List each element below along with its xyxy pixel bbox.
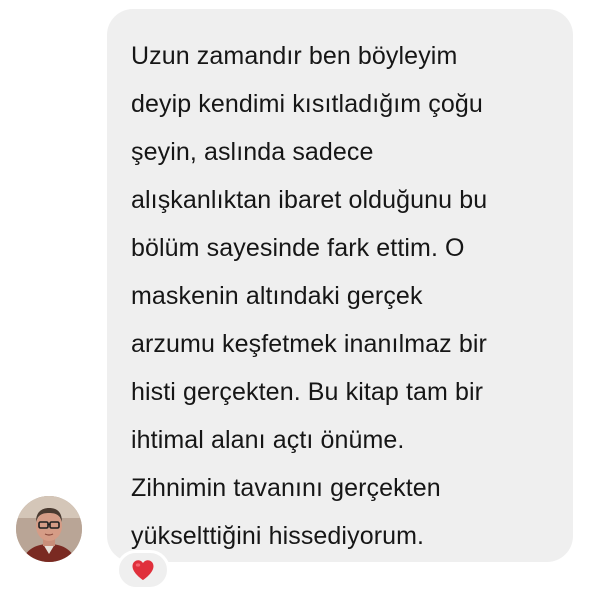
person-avatar-icon <box>16 496 82 562</box>
message-line: arzumu keşfetmek inanılmaz bir <box>131 330 487 358</box>
message-line: histi gerçekten. Bu kitap tam bir <box>131 378 484 406</box>
message-line: deyip kendimi kısıtladığım çoğu <box>131 90 483 118</box>
red-heart-icon <box>132 560 154 580</box>
message-bubble[interactable]: Uzun zamandır ben böyleyim deyip kendimi… <box>107 9 573 562</box>
message-row: Uzun zamandır ben böyleyim deyip kendimi… <box>0 0 594 598</box>
message-line: alışkanlıktan ibaret olduğunu bu <box>131 186 488 214</box>
message-line: bölüm sayesinde fark ettim. O <box>131 234 465 262</box>
message-line: şeyin, aslında sadece <box>131 138 374 166</box>
message-line: Uzun zamandır ben böyleyim <box>131 42 458 70</box>
sender-avatar[interactable] <box>16 496 82 562</box>
message-line: Zihnimin tavanını gerçekten <box>131 474 441 502</box>
message-line: ihtimal alanı açtı önüme. <box>131 426 405 454</box>
reaction-badge[interactable] <box>116 550 170 590</box>
message-line: yükselttiğini hissediyorum. <box>131 522 425 550</box>
message-line: maskenin altındaki gerçek <box>131 282 423 310</box>
